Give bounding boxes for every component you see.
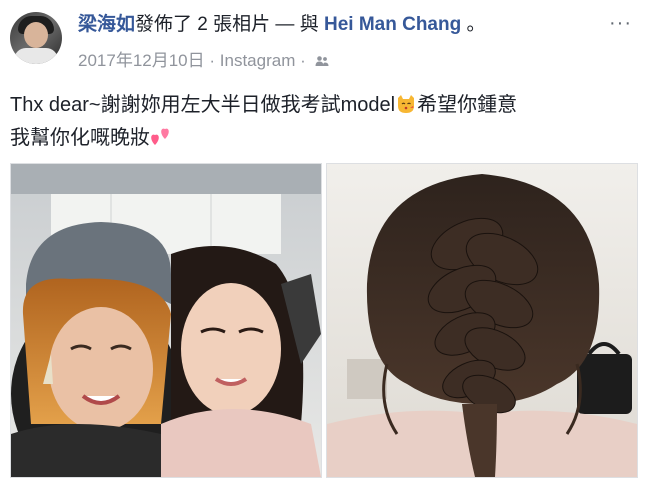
meta-dot-2: · [300, 51, 306, 70]
with-separator: — 與 [275, 14, 319, 35]
caption-line1: Thx dear~謝謝妳用左大半日做我考試model [10, 94, 396, 116]
tagged-user-link[interactable]: Hei Man Chang [324, 14, 461, 35]
source-link[interactable]: Instagram [220, 51, 296, 70]
author-avatar[interactable] [10, 12, 62, 64]
post-caption: Thx dear~謝謝妳用左大半日做我考試model 希望你鍾意 我幫你化嘅晚妝 [10, 90, 640, 156]
caption-line1b: 希望你鍾意 [417, 94, 518, 116]
friends-icon[interactable] [315, 50, 329, 74]
braid-photo[interactable] [326, 163, 638, 478]
post-date-link[interactable]: 2017年12月10日 [78, 51, 205, 70]
meta-dot: · [209, 51, 216, 70]
kissing-cat-emoji-icon [395, 93, 417, 123]
author-link[interactable]: 梁海如 [78, 14, 135, 35]
avatar-body [14, 48, 58, 64]
ellipsis-icon: ··· [609, 12, 632, 34]
end-mark: 。 [466, 14, 486, 35]
avatar-face [24, 22, 48, 48]
post-options-button[interactable]: ··· [609, 12, 632, 35]
selfie-photo[interactable] [10, 163, 322, 478]
two-hearts-emoji-icon [150, 126, 172, 156]
caption-line2: 我幫你化嘅晚妝 [10, 127, 150, 149]
action-text: 發佈了 2 張相片 [135, 14, 271, 35]
post-meta: 2017年12月10日 · Instagram · [78, 49, 329, 74]
post-headline: 梁海如發佈了 2 張相片 — 與 Hei Man Chang 。 [78, 12, 486, 38]
